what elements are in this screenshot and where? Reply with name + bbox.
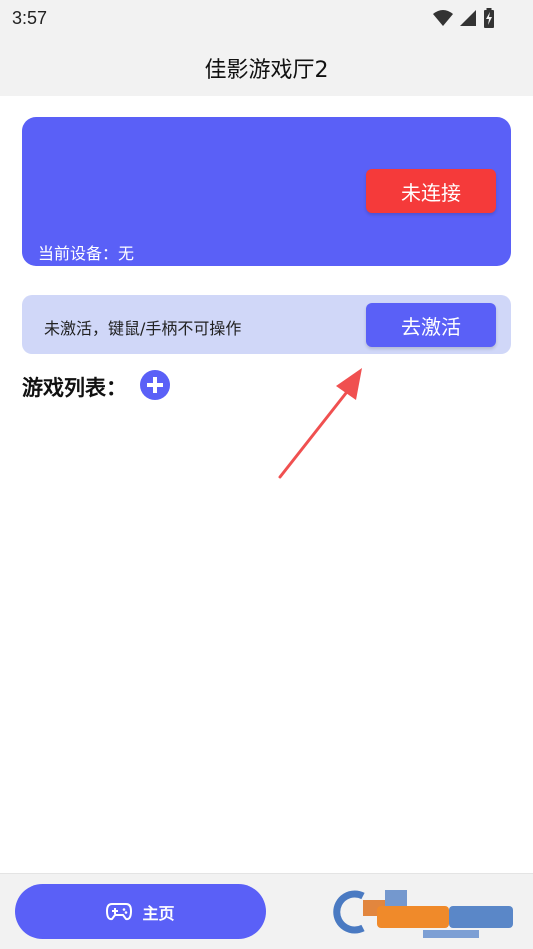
current-device-label: 当前设备：无 bbox=[38, 244, 135, 263]
home-tab-label: 主页 bbox=[142, 903, 175, 923]
battery-icon bbox=[484, 8, 494, 28]
wifi-icon bbox=[433, 10, 453, 26]
annotation-arrow-icon bbox=[278, 368, 362, 479]
home-tab-button[interactable]: 主页 bbox=[15, 884, 266, 939]
status-time: 3:57 bbox=[12, 8, 48, 28]
signal-icon bbox=[460, 10, 476, 26]
status-bar: 3:57 bbox=[0, 0, 533, 38]
game-list-title: 游戏列表： bbox=[22, 376, 127, 400]
activate-button[interactable]: 去激活 bbox=[366, 303, 496, 347]
app-bar: 佳影游戏厅2 bbox=[0, 38, 533, 96]
plus-icon bbox=[147, 377, 163, 393]
activation-message: 未激活，键鼠/手柄不可操作 bbox=[44, 319, 242, 338]
page-title: 佳影游戏厅2 bbox=[204, 58, 329, 83]
connect-status-button[interactable]: 未连接 bbox=[366, 169, 496, 213]
activation-banner: 未激活，键鼠/手柄不可操作 去激活 bbox=[22, 295, 511, 354]
gamepad-icon bbox=[106, 902, 133, 920]
watermark-logo bbox=[333, 890, 513, 938]
device-card: 未连接 当前设备：无 bbox=[22, 117, 511, 266]
add-game-button[interactable] bbox=[140, 370, 170, 400]
bottom-nav: 主页 bbox=[0, 873, 533, 949]
status-icons bbox=[433, 8, 495, 28]
